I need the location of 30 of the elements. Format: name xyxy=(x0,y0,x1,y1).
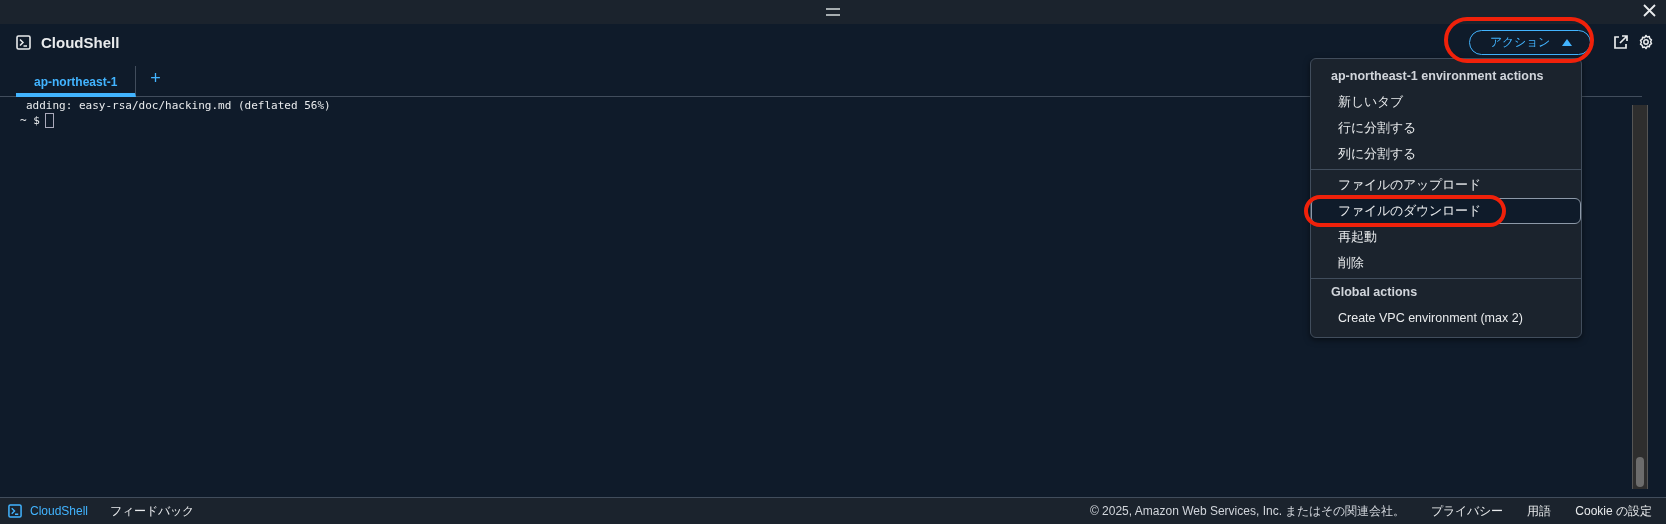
menu-item[interactable]: 再起動 xyxy=(1311,224,1581,250)
copyright-text: © 2025, Amazon Web Services, Inc. またはその関連会社。 xyxy=(1089,502,1406,520)
menu-item[interactable]: 列に分割する xyxy=(1311,141,1581,167)
terminal-icon xyxy=(8,504,22,518)
footer-link[interactable]: プライバシー xyxy=(1431,502,1504,520)
footer-brand-link[interactable]: CloudShell xyxy=(30,504,89,518)
menu-item[interactable]: 行に分割する xyxy=(1311,115,1581,141)
terminal-icon xyxy=(16,34,31,50)
text-cursor xyxy=(44,113,54,128)
menu-item[interactable]: 新しいタブ xyxy=(1311,89,1581,115)
footer-link[interactable]: 用語 xyxy=(1527,502,1552,520)
external-link-icon[interactable] xyxy=(1613,34,1628,50)
menu-item[interactable]: ファイルのアップロード xyxy=(1311,172,1581,198)
menu-item[interactable]: Create VPC environment (max 2) xyxy=(1311,305,1581,331)
menu-item[interactable]: ファイルのダウンロード xyxy=(1311,198,1581,224)
menu-section-title: ap-northeast-1 environment actions xyxy=(1330,68,1545,85)
tab[interactable]: ap-northeast-1 xyxy=(16,66,137,97)
close-icon[interactable] xyxy=(1643,4,1656,17)
settings-icon[interactable] xyxy=(1638,34,1654,50)
footer-link[interactable]: Cookie の設定 xyxy=(1575,502,1652,520)
feedback-link[interactable]: フィードバック xyxy=(110,502,195,520)
terminal-prompt: ~ $ xyxy=(20,113,40,128)
drag-handle-icon[interactable] xyxy=(826,8,840,16)
menu-item[interactable]: 削除 xyxy=(1311,250,1581,276)
menu-section-title: Global actions xyxy=(1330,284,1419,301)
scrollbar[interactable] xyxy=(1632,105,1648,489)
caret-icon xyxy=(1562,38,1572,46)
add-tab-button[interactable]: + xyxy=(136,60,175,96)
app-title: CloudShell xyxy=(41,33,120,51)
terminal-output-line: adding: easy-rsa/doc/hacking.md (deflated 56%) xyxy=(25,99,331,113)
